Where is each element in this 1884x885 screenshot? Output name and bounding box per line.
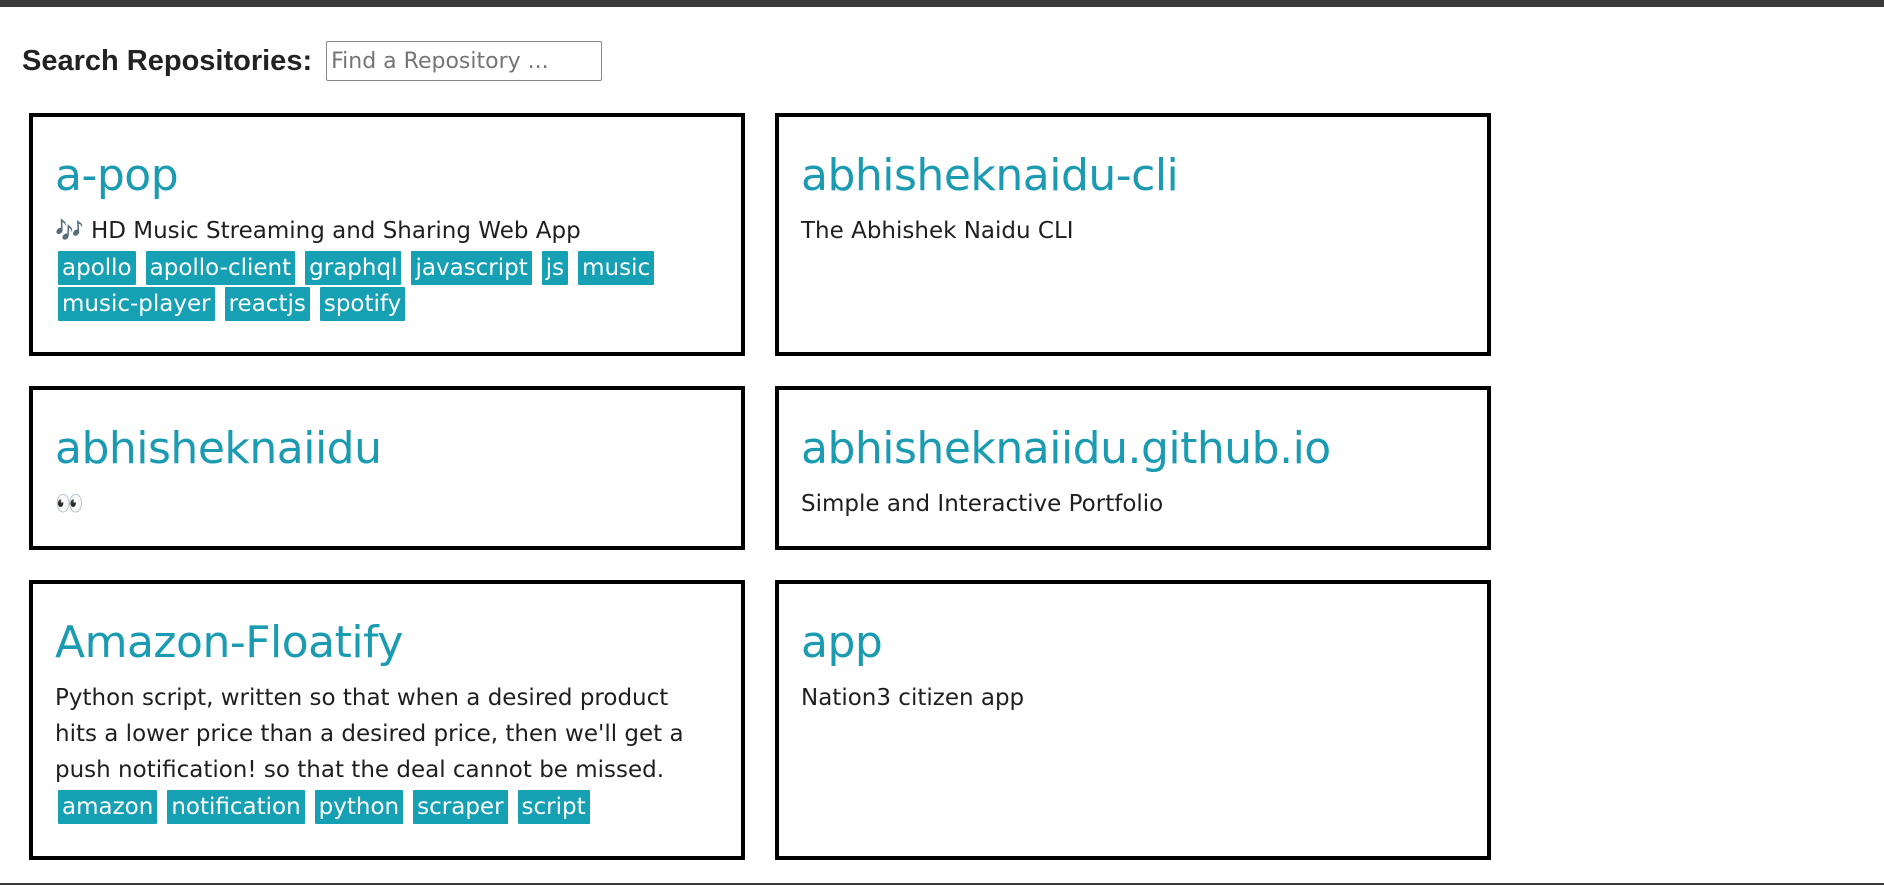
topic-tag[interactable]: spotify xyxy=(319,287,406,321)
repo-card: a-pop 🎶 HD Music Streaming and Sharing W… xyxy=(29,113,745,356)
repo-name-link[interactable]: abhisheknaidu-cli xyxy=(801,149,1465,203)
search-label: Search Repositories: xyxy=(22,44,313,77)
topic-tag[interactable]: notification xyxy=(167,790,305,824)
repo-card: abhisheknaiidu.github.io Simple and Inte… xyxy=(775,386,1491,550)
repo-name-link[interactable]: app xyxy=(801,616,1465,670)
topic-tag[interactable]: scraper xyxy=(413,790,508,824)
window-top-bar xyxy=(0,0,1884,7)
repo-description: Nation3 citizen app xyxy=(801,685,1025,711)
repo-description: Python script, written so that when a de… xyxy=(55,685,684,783)
repo-card: abhisheknaidu-cli The Abhishek Naidu CLI xyxy=(775,113,1491,356)
topic-tag[interactable]: graphql xyxy=(305,251,402,285)
topic-tag[interactable]: amazon xyxy=(58,790,158,824)
search-input[interactable] xyxy=(326,41,603,81)
repo-description: 🎶 HD Music Streaming and Sharing Web App xyxy=(55,218,581,244)
topic-tag[interactable]: script xyxy=(517,790,590,824)
topic-tag[interactable]: reactjs xyxy=(224,287,310,321)
repo-description: 👀 xyxy=(55,491,84,517)
repo-description: Simple and Interactive Portfolio xyxy=(801,491,1164,517)
topic-tag[interactable]: music-player xyxy=(58,287,215,321)
repo-description: The Abhishek Naidu CLI xyxy=(801,218,1074,244)
repo-name-link[interactable]: abhisheknaiidu.github.io xyxy=(801,422,1465,476)
repo-card: Amazon-Floatify Python script, written s… xyxy=(29,580,745,860)
repo-name-link[interactable]: Amazon-Floatify xyxy=(55,616,719,670)
repo-name-link[interactable]: abhisheknaiidu xyxy=(55,422,719,476)
topic-tag[interactable]: apollo-client xyxy=(145,251,296,285)
topic-tag[interactable]: javascript xyxy=(411,251,532,285)
topic-tag[interactable]: apollo xyxy=(58,251,136,285)
search-row: Search Repositories: xyxy=(22,40,603,82)
topic-tag[interactable]: python xyxy=(314,790,404,824)
topic-tag[interactable]: music xyxy=(578,251,655,285)
topic-tag[interactable]: js xyxy=(541,251,569,285)
topic-list: amazon notification python scraper scrip… xyxy=(58,790,678,826)
repo-card: app Nation3 citizen app xyxy=(775,580,1491,860)
repo-card: abhisheknaiidu 👀 xyxy=(29,386,745,550)
topic-list: apollo apollo-client graphql javascript … xyxy=(58,251,678,323)
repo-name-link[interactable]: a-pop xyxy=(55,149,719,203)
